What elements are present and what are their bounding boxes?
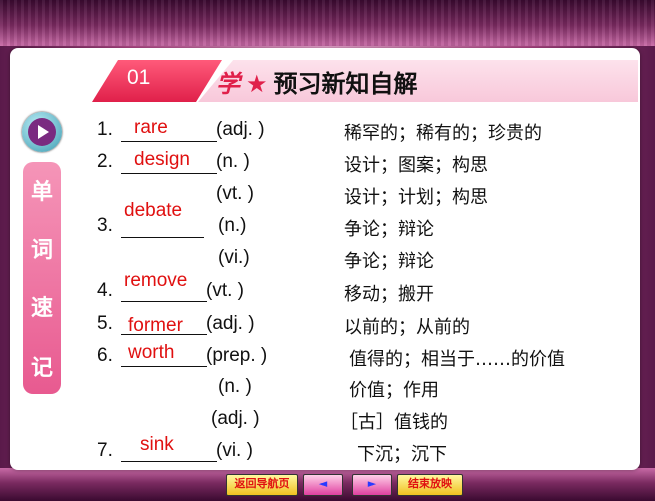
- answer-blank: [121, 461, 217, 462]
- meaning: 稀罕的；稀有的；珍贵的: [344, 123, 542, 144]
- sidebar-char: 词: [30, 238, 53, 263]
- row-number: 2.: [97, 151, 113, 172]
- answer-blank: [121, 141, 217, 142]
- meaning: 争论；辩论: [344, 219, 434, 240]
- answer-word: debate: [124, 200, 183, 221]
- meaning: 设计；计划；构思: [344, 187, 488, 208]
- prev-icon: ◄: [318, 477, 328, 490]
- part-of-speech: (adj. ): [216, 119, 265, 140]
- row-number: 4.: [97, 280, 113, 301]
- sidebar-char: 速: [30, 296, 53, 321]
- top-decoration: [0, 0, 655, 46]
- meaning: 设计；图案；构思: [344, 155, 488, 176]
- back-to-nav-label: 返回导航页: [234, 477, 290, 490]
- answer-word: sink: [140, 434, 174, 455]
- part-of-speech: (prep. ): [206, 345, 268, 366]
- sidebar-char: 单: [30, 180, 53, 205]
- part-of-speech: (vt. ): [206, 280, 244, 301]
- row-number: 3.: [97, 215, 113, 236]
- play-icon: [38, 125, 49, 139]
- end-show-label: 结束放映: [408, 477, 452, 490]
- section-number-badge: [92, 60, 222, 102]
- part-of-speech: (vi. ): [216, 440, 253, 461]
- part-of-speech: (adj. ): [211, 408, 260, 429]
- meaning: 下沉；沉下: [357, 444, 447, 465]
- next-icon: ►: [367, 477, 377, 490]
- part-of-speech: (n. ): [216, 151, 250, 172]
- meaning: ［古］值钱的: [340, 412, 448, 433]
- part-of-speech: (adj. ): [206, 313, 255, 334]
- meaning: 移动；搬开: [344, 284, 434, 305]
- part-of-speech: (vt. ): [216, 183, 254, 204]
- vocab-sidebar-label: 单 词 速 记: [23, 162, 61, 394]
- meaning: 以前的；从前的: [344, 317, 470, 338]
- row-number: 5.: [97, 313, 113, 334]
- answer-blank: [121, 366, 207, 367]
- part-of-speech: (n. ): [218, 376, 252, 397]
- meaning: 价值；作用: [349, 380, 439, 401]
- section-title: 学 ★ 预习新知自解: [216, 64, 418, 99]
- play-button[interactable]: [22, 112, 62, 152]
- answer-word: worth: [128, 342, 175, 363]
- answer-word: remove: [124, 270, 188, 291]
- meaning: 值得的；相当于……的价值: [349, 349, 565, 370]
- content-panel: [10, 48, 640, 470]
- row-number: 7.: [97, 440, 113, 461]
- meaning: 争论；辩论: [344, 251, 434, 272]
- title-prefix: 学: [216, 70, 240, 98]
- answer-word: former: [128, 315, 183, 336]
- answer-word: design: [134, 149, 190, 170]
- answer-blank: [121, 173, 217, 174]
- star-icon: ★: [246, 70, 268, 98]
- answer-word: rare: [134, 117, 168, 138]
- section-number: 01: [127, 66, 151, 89]
- title-text: 预习新知自解: [273, 70, 418, 98]
- sidebar-char: 记: [30, 356, 53, 381]
- part-of-speech: (vi.): [218, 247, 250, 268]
- part-of-speech: (n.): [218, 215, 247, 236]
- answer-blank: [121, 237, 204, 238]
- row-number: 1.: [97, 119, 113, 140]
- answer-blank: [121, 301, 207, 302]
- row-number: 6.: [97, 345, 113, 366]
